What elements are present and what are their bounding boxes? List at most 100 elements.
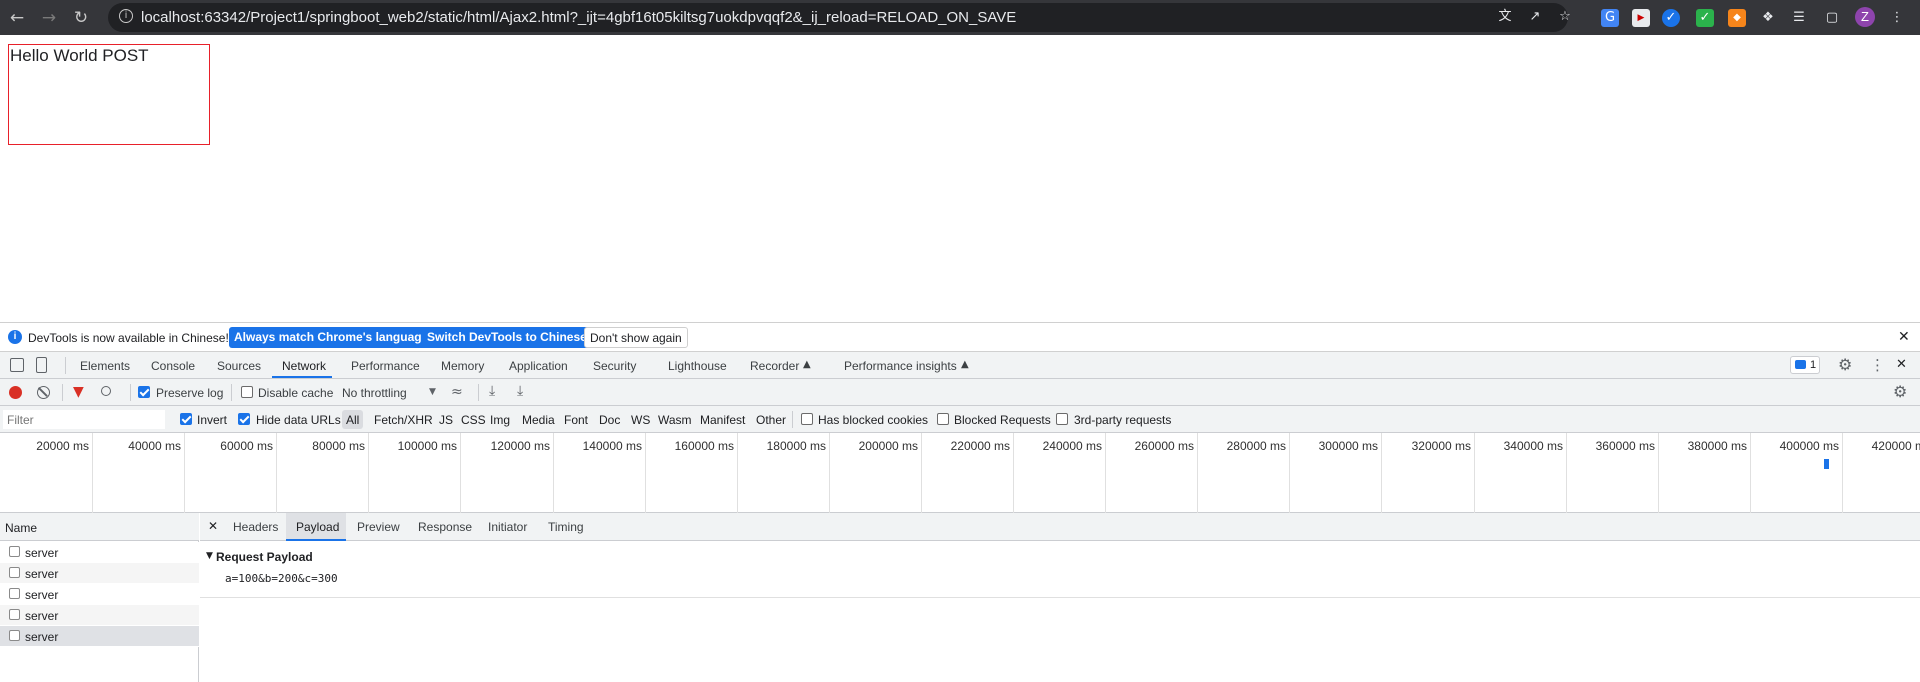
tab-lighthouse[interactable]: Lighthouse: [668, 359, 727, 373]
menu-kebab-icon[interactable]: ⋮: [1888, 9, 1906, 27]
timeline-gridline: [1750, 433, 1751, 513]
site-info-icon[interactable]: i: [119, 9, 133, 23]
tab-response[interactable]: Response: [418, 520, 472, 534]
disable-cache-checkbox[interactable]: [241, 386, 253, 398]
translate-icon[interactable]: 文: [1496, 8, 1514, 26]
tab-preview[interactable]: Preview: [357, 520, 400, 534]
translate-extension-icon[interactable]: G: [1601, 9, 1619, 27]
tab-security[interactable]: Security: [593, 359, 636, 373]
type-filter-font[interactable]: Font: [564, 413, 588, 427]
filter-icon[interactable]: ▼: [73, 384, 84, 400]
close-detail-icon[interactable]: ✕: [208, 519, 218, 533]
device-toolbar-icon[interactable]: [36, 357, 47, 373]
import-har-icon[interactable]: ⤓: [489, 383, 495, 399]
timeline-tick-label: 300000 ms: [1318, 439, 1378, 453]
more-options-icon[interactable]: ⋮: [1870, 356, 1885, 374]
tab-memory[interactable]: Memory: [441, 359, 484, 373]
reading-list-icon[interactable]: ☰: [1790, 9, 1808, 27]
section-title[interactable]: Request Payload: [216, 550, 313, 564]
type-filter-fetch-xhr[interactable]: Fetch/XHR: [374, 413, 433, 427]
type-filter-doc[interactable]: Doc: [599, 413, 620, 427]
has-blocked-cookies-label: Has blocked cookies: [818, 413, 929, 427]
type-filter-ws[interactable]: WS: [631, 413, 650, 427]
tab-headers[interactable]: Headers: [233, 520, 278, 534]
extension-icon[interactable]: ▶: [1632, 9, 1650, 27]
bookmark-star-icon[interactable]: ☆: [1556, 8, 1574, 26]
name-column-header[interactable]: Name: [0, 513, 199, 541]
preserve-log-checkbox[interactable]: [138, 386, 150, 398]
tab-performance-insights[interactable]: Performance insights: [844, 359, 957, 373]
extensions-puzzle-icon[interactable]: ❖: [1759, 9, 1777, 27]
shield-extension-icon[interactable]: ✓: [1696, 9, 1714, 27]
type-filter-other[interactable]: Other: [756, 413, 786, 427]
timeline-overview[interactable]: 20000 ms 40000 ms 60000 ms 80000 ms 100000 m…: [0, 433, 1920, 513]
table-row[interactable]: server: [0, 563, 199, 584]
expand-triangle-icon[interactable]: ▼: [206, 551, 213, 561]
type-filter-manifest[interactable]: Manifest: [700, 413, 745, 427]
network-settings-gear-icon[interactable]: ⚙: [1893, 382, 1907, 401]
type-filter-js[interactable]: JS: [439, 413, 453, 427]
hide-data-urls-label: Hide data URLs: [256, 413, 341, 427]
dont-show-again-button[interactable]: Don't show again: [584, 327, 688, 348]
tab-recorder[interactable]: Recorder: [750, 359, 799, 373]
tab-performance[interactable]: Performance: [351, 359, 420, 373]
export-har-icon[interactable]: ⤓: [517, 383, 523, 399]
table-row[interactable]: server: [0, 626, 199, 647]
request-detail: ✕ Headers Payload Preview Response Initi…: [200, 513, 1920, 682]
tab-initiator[interactable]: Initiator: [488, 520, 527, 534]
table-row[interactable]: server: [0, 584, 199, 605]
issues-badge[interactable]: 1: [1790, 356, 1820, 374]
search-icon[interactable]: [101, 386, 111, 396]
timeline-gridline: [829, 433, 830, 513]
address-bar[interactable]: i localhost:63342/Project1/springboot_we…: [108, 3, 1571, 32]
type-filter-css[interactable]: CSS: [461, 413, 486, 427]
page-viewport: Hello World POST: [0, 35, 1920, 322]
third-party-checkbox[interactable]: [1056, 413, 1068, 425]
avatar[interactable]: Z: [1855, 7, 1875, 27]
switch-chinese-button[interactable]: Switch DevTools to Chinese: [422, 327, 592, 348]
tab-timing[interactable]: Timing: [548, 520, 584, 534]
filter-input[interactable]: [3, 410, 165, 429]
type-filter-wasm[interactable]: Wasm: [658, 413, 692, 427]
close-devtools-icon[interactable]: ✕: [1896, 357, 1907, 372]
hide-data-urls-checkbox[interactable]: [238, 413, 250, 425]
record-icon[interactable]: [9, 386, 22, 399]
timeline-tick-label: 340000 ms: [1503, 439, 1563, 453]
clear-icon[interactable]: [37, 386, 50, 399]
timeline-tick-label: 200000 ms: [858, 439, 918, 453]
active-tab-indicator: [272, 376, 332, 378]
type-filter-all[interactable]: All: [342, 410, 364, 429]
type-filter-media[interactable]: Media: [522, 413, 555, 427]
tab-network[interactable]: Network: [282, 359, 326, 373]
divider: [65, 357, 66, 374]
name-header-label: Name: [5, 521, 38, 535]
tab-elements[interactable]: Elements: [80, 359, 130, 373]
tab-sources[interactable]: Sources: [217, 359, 261, 373]
tab-console[interactable]: Console: [151, 359, 195, 373]
url-text[interactable]: localhost:63342/Project1/springboot_web2…: [141, 9, 1016, 26]
settings-gear-icon[interactable]: ⚙: [1838, 355, 1852, 374]
network-conditions-icon[interactable]: ≈: [451, 384, 463, 400]
side-panel-icon[interactable]: ▢: [1823, 9, 1841, 27]
metamask-icon[interactable]: ◆: [1728, 9, 1746, 27]
check-extension-icon[interactable]: ✓: [1662, 9, 1680, 27]
tab-application[interactable]: Application: [509, 359, 568, 373]
type-filter-img[interactable]: Img: [490, 413, 510, 427]
timeline-gridline: [460, 433, 461, 513]
table-row[interactable]: server: [0, 605, 199, 626]
share-icon[interactable]: ↗: [1526, 8, 1544, 26]
reload-icon[interactable]: ↻: [70, 7, 92, 29]
inspect-element-icon[interactable]: [10, 358, 24, 372]
timeline-tick-label: 220000 ms: [950, 439, 1010, 453]
throttling-select[interactable]: No throttling: [342, 386, 407, 400]
timeline-tick-label: 40000 ms: [128, 439, 181, 453]
invert-checkbox[interactable]: [180, 413, 192, 425]
blocked-requests-checkbox[interactable]: [937, 413, 949, 425]
has-blocked-cookies-checkbox[interactable]: [801, 413, 813, 425]
table-row[interactable]: server: [0, 542, 199, 563]
forward-icon[interactable]: →: [38, 7, 60, 29]
tab-payload[interactable]: Payload: [296, 520, 339, 534]
back-icon[interactable]: ←: [6, 7, 28, 29]
close-icon[interactable]: ✕: [1898, 329, 1910, 345]
match-language-button[interactable]: Always match Chrome's language: [229, 327, 434, 348]
